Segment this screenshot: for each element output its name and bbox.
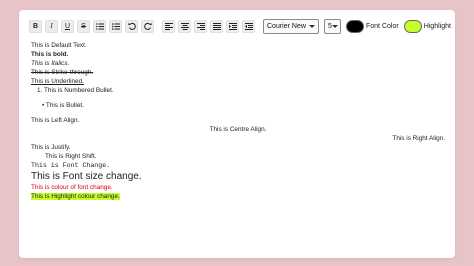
default-text: This is Default Text.: [31, 42, 87, 49]
editor-card: B I U S Courier New 5 Font Color Highlig…: [19, 10, 455, 258]
font-size-change-text: This is Font size change.: [31, 171, 142, 182]
chevron-down-icon: [309, 24, 315, 28]
right-align-text: This is Right Align.: [392, 135, 445, 142]
align-right-icon: [196, 22, 205, 30]
font-size-select[interactable]: 5: [324, 18, 341, 34]
italic-text: This is Italics.: [31, 60, 70, 67]
outdent-button[interactable]: [242, 19, 255, 33]
justify-icon: [212, 22, 221, 30]
right-shift-text: This is Right Shift.: [45, 153, 97, 160]
editor-content[interactable]: This is Default Text. This is bold. This…: [31, 41, 445, 201]
redo-button[interactable]: [141, 19, 154, 33]
font-colour-text: This is colour of font change.: [31, 184, 113, 191]
strikethrough-button[interactable]: S: [77, 19, 90, 33]
font-change-text: This is Font Change.: [31, 162, 111, 169]
outdent-icon: [244, 22, 253, 30]
indent-button[interactable]: [226, 19, 239, 33]
numbered-list-icon: [95, 23, 104, 29]
left-align-text: This is Left Align.: [31, 117, 80, 124]
bullet-list-item: • This is Bullet.: [31, 101, 445, 110]
align-center-icon: [180, 22, 189, 30]
font-family-value: Courier New: [267, 22, 306, 30]
highlight-line: This is Highlight colour change.: [31, 192, 445, 201]
justify-text: This is Justify.: [31, 144, 71, 151]
font-color-swatch[interactable]: [346, 19, 364, 33]
underline-icon: U: [64, 22, 71, 30]
bold-button[interactable]: B: [29, 19, 42, 33]
font-family-select[interactable]: Courier New: [263, 18, 319, 34]
align-center-button[interactable]: [178, 19, 191, 33]
numbered-text: This is Numbered Bullet.: [44, 87, 114, 94]
toolbar: B I U S Courier New 5 Font Color Highlig…: [29, 17, 451, 35]
chevron-down-icon: [331, 24, 338, 28]
underlined-text: This is Underlined.: [31, 78, 84, 85]
highlight-color-swatch[interactable]: [403, 19, 422, 33]
redo-icon: [143, 22, 152, 30]
align-left-icon: [164, 22, 173, 30]
bullet-list-button[interactable]: [109, 19, 122, 33]
centre-align-text: This is Centre Align.: [209, 126, 267, 133]
bold-text: This is bold.: [31, 51, 69, 58]
align-left-button[interactable]: [162, 19, 175, 33]
numbered-list-item: 1. This is Numbered Bullet.: [31, 86, 445, 95]
bold-icon: B: [32, 22, 39, 30]
undo-icon: [127, 22, 136, 30]
align-right-button[interactable]: [194, 19, 207, 33]
justify-button[interactable]: [210, 19, 223, 33]
font-color-label: Font Color: [366, 22, 399, 30]
bullet-text: This is Bullet.: [45, 102, 84, 109]
italic-icon: I: [50, 22, 53, 30]
strikethrough-text: This is Strike-through.: [31, 69, 94, 76]
bullet-list-icon: [111, 22, 120, 30]
undo-button[interactable]: [125, 19, 138, 33]
indent-icon: [228, 22, 237, 30]
underline-button[interactable]: U: [61, 19, 74, 33]
bullet-marker: •: [42, 102, 45, 109]
italic-button[interactable]: I: [45, 19, 58, 33]
numbered-list-button[interactable]: [93, 19, 106, 33]
highlight-colour-text: This is Highlight colour change.: [31, 193, 120, 200]
numbered-marker: 1.: [37, 87, 43, 94]
highlight-label: Highlight: [423, 22, 451, 30]
strikethrough-icon: S: [81, 22, 86, 30]
